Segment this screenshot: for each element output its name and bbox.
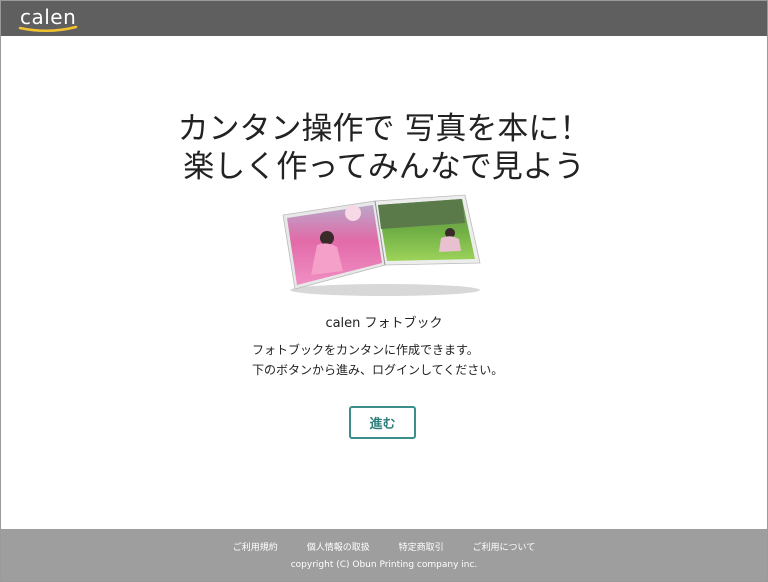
proceed-button[interactable]: 進む	[349, 406, 416, 439]
description: フォトブックをカンタンに作成できます。 下のボタンから進み、ログインしてください…	[252, 340, 503, 380]
description-line-1: フォトブックをカンタンに作成できます。	[252, 343, 479, 357]
description-line-2: 下のボタンから進み、ログインしてください。	[252, 363, 504, 377]
footer-link-terms[interactable]: ご利用規約	[233, 543, 278, 553]
footer: ご利用規約 個人情報の取扱 特定商取引 ご利用について copyright (C…	[1, 529, 767, 581]
headline-line-1: カンタン操作で 写真を本に！	[177, 111, 591, 147]
headline-line-2: 楽しく作ってみんなで見よう	[183, 149, 585, 185]
top-bar: calen	[1, 1, 767, 36]
footer-link-usage[interactable]: ご利用について	[472, 543, 535, 553]
page-headline: カンタン操作で 写真を本に！ 楽しく作ってみんなで見よう	[0, 110, 768, 186]
footer-links: ご利用規約 個人情報の取扱 特定商取引 ご利用について	[1, 540, 767, 553]
photobook-image	[282, 194, 481, 296]
calen-logo[interactable]: calen	[18, 5, 80, 33]
product-name: calen フォトブック	[325, 316, 443, 331]
copyright-text: copyright (C) Obun Printing company inc.	[290, 560, 478, 570]
footer-link-commerce-law[interactable]: 特定商取引	[399, 543, 444, 553]
logo-swoosh-icon	[18, 25, 78, 32]
footer-link-privacy[interactable]: 個人情報の取扱	[307, 543, 370, 553]
